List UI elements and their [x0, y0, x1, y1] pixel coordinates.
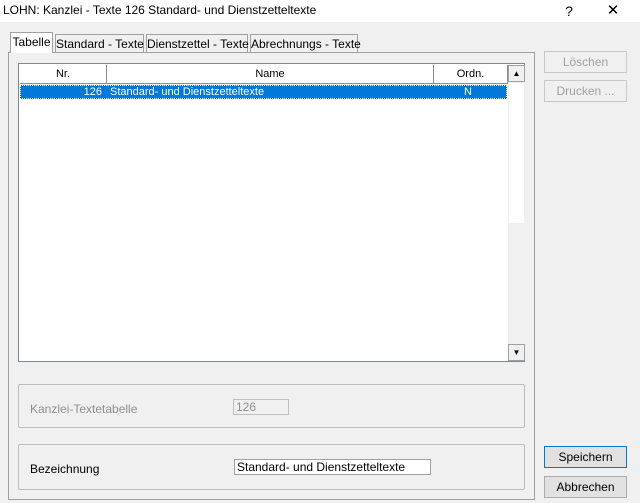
tab-tabelle[interactable]: Tabelle	[10, 32, 53, 53]
vertical-scrollbar[interactable]: ▲ ▼	[508, 65, 525, 361]
texte-table[interactable]: Nr. Name Ordn. 126 Standard- und Dienstz…	[18, 63, 525, 362]
cell-ordn: N	[464, 86, 472, 98]
tab-dienstzettel-texte[interactable]: Dienstzettel - Texte	[146, 34, 249, 52]
abbrechen-button[interactable]: Abbrechen	[544, 476, 627, 498]
scroll-down-icon[interactable]: ▼	[508, 344, 525, 361]
title-bar: LOHN: Kanzlei - Texte 126 Standard- und …	[0, 0, 640, 22]
kanzlei-textetabelle-field: 126	[233, 399, 289, 415]
drucken-button[interactable]: Drucken ...	[544, 80, 627, 102]
help-button[interactable]: ?	[547, 0, 591, 22]
loeschen-button[interactable]: Löschen	[544, 51, 627, 73]
column-header-nr[interactable]: Nr.	[20, 65, 107, 84]
column-header-ordn[interactable]: Ordn.	[434, 65, 508, 84]
cell-name: Standard- und Dienstzetteltexte	[110, 86, 265, 98]
close-button[interactable]: ✕	[591, 0, 635, 22]
bezeichnung-label: Bezeichnung	[30, 462, 100, 476]
table-row[interactable]: 126 Standard- und Dienstzetteltexte N	[20, 85, 507, 99]
bezeichnung-input[interactable]: Standard- und Dienstzetteltexte	[234, 459, 431, 475]
table-header: Nr. Name Ordn.	[20, 65, 508, 84]
column-header-name[interactable]: Name	[107, 65, 434, 84]
scroll-thumb[interactable]	[509, 83, 524, 223]
speichern-button[interactable]: Speichern	[544, 446, 627, 468]
kanzlei-textetabelle-label: Kanzlei-Textetabelle	[30, 402, 138, 416]
tab-standard-texte[interactable]: Standard - Texte	[55, 34, 144, 52]
scroll-up-icon[interactable]: ▲	[508, 65, 525, 82]
cell-nr: 126	[83, 86, 102, 98]
tab-abrechnungs-texte[interactable]: Abrechnungs - Texte	[250, 34, 361, 52]
window-title: LOHN: Kanzlei - Texte 126 Standard- und …	[3, 3, 317, 17]
